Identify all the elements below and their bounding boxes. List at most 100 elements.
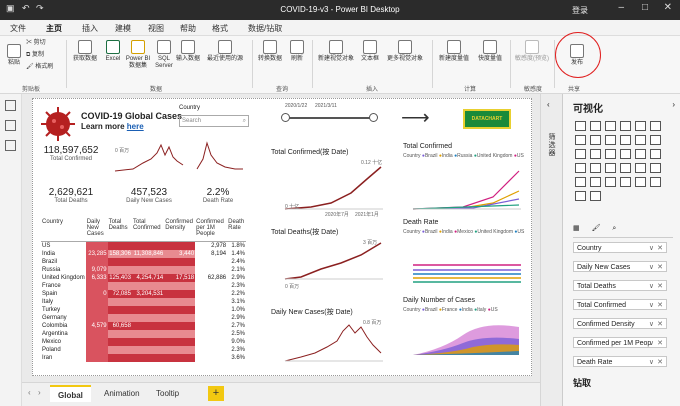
table-row[interactable]: Russia 9,079 2.1% [41,265,246,274]
remove-icon[interactable]: ✕ [657,282,663,291]
table-header[interactable]: Country [41,219,86,242]
table-header[interactable]: Total Confirmed [131,219,165,242]
visual-type-icon[interactable] [575,177,586,187]
more-visuals-button[interactable]: 更多视觉对象 [384,40,426,63]
date-slider[interactable] [283,117,373,119]
copy-button[interactable]: ⧉ 复制 [26,52,44,59]
visual-type-icon[interactable] [635,121,646,131]
close-button[interactable]: ✕ [664,2,672,13]
recent-sources-button[interactable]: 最近使用的源 [202,40,248,63]
visual-type-icon[interactable] [605,121,616,131]
table-row[interactable]: United Kingdom 6,333 125,403 4,254,714 17,51… [41,273,246,282]
sql-server-button[interactable]: SQL Server [152,40,176,70]
get-data-button[interactable]: 获取数据 [70,40,100,63]
table-row[interactable]: Turkey 1.0% [41,305,246,314]
field-well-item[interactable]: Death Rate ∨ ✕ [573,356,667,367]
add-page-button[interactable]: + [208,386,224,401]
table-header[interactable]: Daily New Cases [85,219,108,242]
page-tab-global[interactable]: Global [50,385,91,402]
report-view-icon[interactable] [5,100,16,111]
visual-type-icon[interactable] [620,177,631,187]
tab-help[interactable]: 帮助 [180,23,196,34]
learn-more-link[interactable]: here [127,122,144,131]
chevron-down-icon[interactable]: ∨ [649,244,654,253]
chevron-down-icon[interactable]: ∨ [649,339,654,348]
transform-data-button[interactable]: 转换数据 [256,40,284,63]
field-well-item[interactable]: Total Confirmed ∨ ✕ [573,299,667,310]
expand-icon[interactable]: › [672,100,675,109]
slider-handle-end[interactable] [369,113,378,122]
remove-icon[interactable]: ✕ [657,320,663,329]
filters-label[interactable]: 筛选器 [548,134,556,158]
paste-button[interactable]: 粘贴 [6,44,22,67]
visual-type-icon[interactable] [650,177,661,187]
remove-icon[interactable]: ✕ [657,358,663,367]
refresh-button[interactable]: 刷新 [286,40,308,63]
tab-modeling[interactable]: 建模 [115,23,131,34]
field-well-item[interactable]: Total Deaths ∨ ✕ [573,280,667,291]
chevron-down-icon[interactable]: ∨ [649,358,654,367]
visual-type-icon[interactable] [620,149,631,159]
visual-type-icon[interactable] [635,163,646,173]
sensitivity-button[interactable]: 敏感度(预览) [514,40,550,63]
format-tab-icon[interactable]: 🖌 [592,225,601,232]
tab-format[interactable]: 格式 [212,23,228,34]
visual-type-icon[interactable] [650,149,661,159]
visual-type-icon[interactable] [575,135,586,145]
visual-type-icon[interactable] [590,149,601,159]
next-page-icon[interactable]: › [38,388,41,397]
field-well-item[interactable]: Daily New Cases ∨ ✕ [573,261,667,272]
chevron-down-icon[interactable]: ∨ [649,282,654,291]
visual-type-icon[interactable] [590,191,601,201]
page-tab-tooltip[interactable]: Tooltip [148,385,187,402]
table-row[interactable]: Colombia 4,579 60,658 2.7% [41,321,246,330]
field-well-item[interactable]: Country ∨ ✕ [573,242,667,253]
model-view-icon[interactable] [5,140,16,151]
enter-data-button[interactable]: 输入数据 [176,40,200,63]
quick-measure-button[interactable]: 快度量值 [474,40,506,63]
cut-button[interactable]: ✂ 剪切 [26,40,46,47]
visual-type-icon[interactable] [590,135,601,145]
table-row[interactable]: Italy 3.1% [41,297,246,306]
collapse-icon[interactable]: ‹ [547,100,550,109]
visual-type-icon[interactable] [635,149,646,159]
filters-pane-collapsed[interactable]: ‹ 筛选器 [541,94,563,406]
table-row[interactable]: Mexico 9.0% [41,337,246,346]
table-row[interactable]: Germany 2.9% [41,313,246,322]
table-row[interactable]: Argentina 2.5% [41,329,246,338]
tab-home[interactable]: 主页 [46,23,62,34]
fields-tab-icon[interactable]: ▦ [573,225,580,232]
new-visual-button[interactable]: 新建视觉对象 [316,40,356,63]
tab-view[interactable]: 视图 [148,23,164,34]
table-header[interactable]: Death Rate [227,219,246,242]
page-tab-animation[interactable]: Animation [96,385,148,402]
visual-type-icon[interactable] [650,163,661,173]
table-row[interactable]: France 2.3% [41,281,246,290]
visual-type-icon[interactable] [605,135,616,145]
country-search-input[interactable]: Search ⌕ [179,115,249,127]
visual-type-icon[interactable] [620,163,631,173]
tab-data-drill[interactable]: 数据/钻取 [248,23,282,34]
powerbi-dataset-button[interactable]: Power BI 数据集 [124,40,152,70]
visual-type-icon[interactable] [605,177,616,187]
prev-page-icon[interactable]: ‹ [28,388,31,397]
maximize-button[interactable]: □ [642,2,648,13]
table-header[interactable]: Confirmed per 1M People [195,219,228,242]
visual-type-icon[interactable] [575,121,586,131]
format-painter-button[interactable]: 🖌 格式刷 [26,64,53,71]
analytics-tab-icon[interactable]: ⌕ [612,225,616,232]
table-row[interactable]: Spain 0 72,085 3,204,531 2.2% [41,289,246,298]
visual-type-icon[interactable] [590,121,601,131]
arrow-right-icon[interactable]: ⟶ [401,105,430,130]
chevron-down-icon[interactable]: ∨ [649,320,654,329]
visual-type-icon[interactable] [635,135,646,145]
remove-icon[interactable]: ✕ [657,263,663,272]
visual-type-icon[interactable] [620,121,631,131]
tab-insert[interactable]: 插入 [82,23,98,34]
visual-type-icon[interactable] [590,177,601,187]
visual-type-icon[interactable] [650,121,661,131]
table-row[interactable]: US 2,978 1.8% [41,241,246,250]
visual-type-icon[interactable] [590,163,601,173]
sign-in-link[interactable]: 登录 [572,5,588,16]
new-measure-button[interactable]: 新建度量值 [436,40,472,63]
